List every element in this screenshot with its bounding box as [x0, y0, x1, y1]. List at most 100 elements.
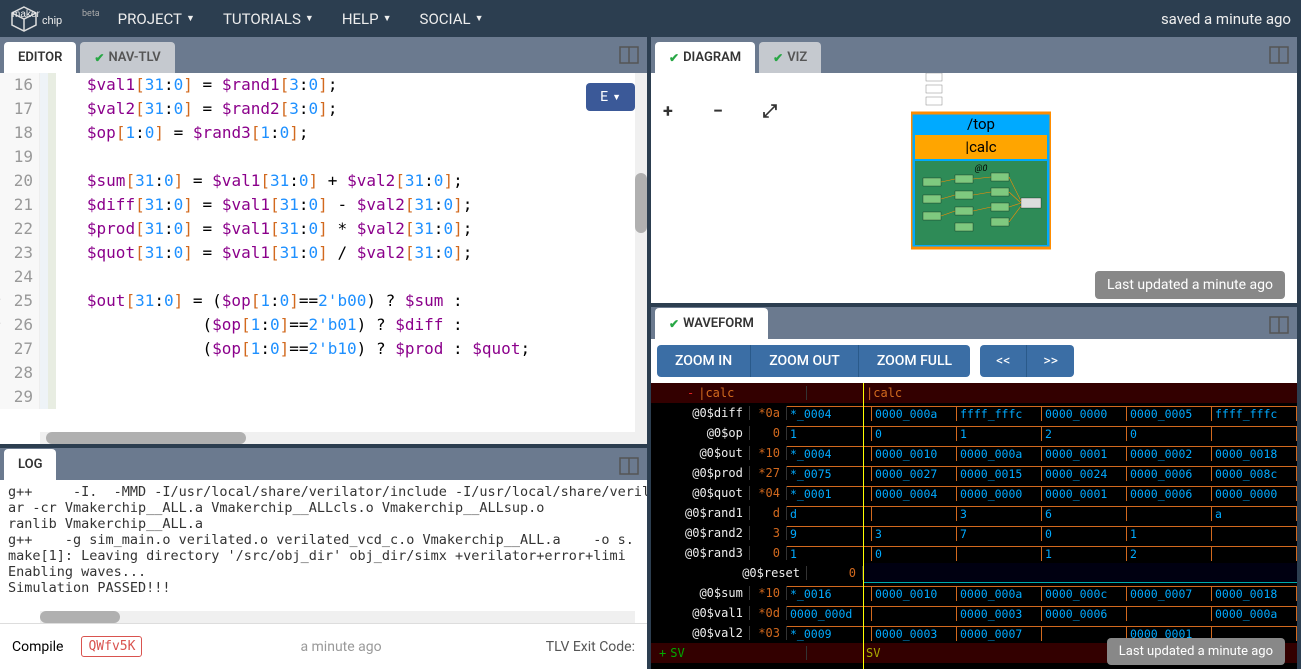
split-pane-icon[interactable]	[1269, 45, 1289, 65]
code-line[interactable]: $prod[31:0] = $val1[31:0] * $val2[31:0];	[56, 217, 647, 241]
line-number: 28	[0, 361, 33, 385]
log-scrollbar-h[interactable]	[40, 611, 635, 623]
code-line[interactable]	[56, 361, 647, 385]
log-output[interactable]: g++ -I. -MMD -I/usr/local/share/verilato…	[0, 480, 647, 623]
line-number: 23	[0, 241, 33, 265]
split-pane-icon[interactable]	[619, 456, 639, 476]
line-number: 24	[0, 265, 33, 289]
code-line[interactable]: $sum[31:0] = $val1[31:0] + $val2[31:0];	[56, 169, 647, 193]
waveform-signal-row[interactable]: @0$op010120	[651, 423, 1297, 443]
seek-back-button[interactable]: <<	[980, 345, 1027, 377]
split-pane-icon[interactable]	[619, 45, 639, 65]
waveform-signal-row[interactable]: @0$prod*27*_00750000_00270000_00150000_0…	[651, 463, 1297, 483]
diagram-timestamp: Last updated a minute ago	[1095, 271, 1285, 299]
waveform-signal-row[interactable]: @0$diff*0a*_00040000_000affff_fffc0000_0…	[651, 403, 1297, 423]
log-timestamp: a minute ago	[300, 639, 381, 655]
code-line[interactable]: ($op[1:0]==2'b01) ? $diff :	[56, 313, 647, 337]
chevron-down-icon: ▼	[383, 13, 392, 24]
zoom-in-icon[interactable]: +	[663, 101, 673, 122]
zoom-out-icon[interactable]: −	[713, 101, 723, 122]
code-line[interactable]: $quot[31:0] = $val1[31:0] / $val2[31:0];	[56, 241, 647, 265]
code-line[interactable]	[56, 385, 647, 409]
editor-tabs: EDITOR ✔NAV-TLV	[0, 37, 647, 73]
waveform-signal-row[interactable]: @0$val1*0d0000_000d0000_00030000_0006000…	[651, 603, 1297, 623]
zoom-full-button[interactable]: ZOOM FULL	[859, 345, 970, 377]
fullscreen-icon[interactable]: ⤢	[763, 101, 777, 122]
editor-scrollbar-h[interactable]	[40, 432, 635, 444]
line-number: 16	[0, 73, 33, 97]
split-pane-icon[interactable]	[1269, 315, 1289, 335]
tlv-exit-label: TLV Exit Code:	[546, 639, 635, 655]
chevron-down-icon: ▼	[475, 13, 484, 24]
code-line[interactable]: $diff[31:0] = $val1[31:0] - $val2[31:0];	[56, 193, 647, 217]
check-icon: ✔	[773, 51, 783, 65]
waveform-cursor[interactable]	[863, 383, 864, 669]
diagram-canvas[interactable]: + − ⤢ /top |calc @0	[651, 73, 1297, 303]
waveform-grid[interactable]: -|calc|calc@0$diff*0a*_00040000_000affff…	[651, 383, 1297, 669]
waveform-signal-row[interactable]: @0$out*10*_00040000_00100000_000a0000_00…	[651, 443, 1297, 463]
svg-text:maker: maker	[12, 9, 40, 20]
menu-social[interactable]: SOCIAL▼	[420, 10, 484, 28]
svg-text:chip: chip	[42, 15, 62, 27]
saved-status: saved a minute ago	[1161, 10, 1291, 28]
line-number: 29	[0, 385, 33, 409]
e-dropdown-button[interactable]: E▼	[586, 83, 635, 111]
waveform-signal-row[interactable]: @0$rand301012	[651, 543, 1297, 563]
code-line[interactable]: $op[1:0] = $rand3[1:0];	[56, 121, 647, 145]
tab-viz[interactable]: ✔VIZ	[759, 42, 821, 73]
check-icon: ✔	[669, 51, 679, 65]
log-footer: Compile QWfv5K a minute ago TLV Exit Cod…	[0, 623, 647, 669]
menu-tutorials[interactable]: TUTORIALS▼	[223, 10, 314, 28]
code-line[interactable]: ($op[1:0]==2'b10) ? $prod : $quot;	[56, 337, 647, 361]
waveform-timestamp: Last updated a minute ago	[1107, 638, 1285, 665]
line-number: 19	[0, 145, 33, 169]
code-line[interactable]: $val2[31:0] = $rand2[3:0];	[56, 97, 647, 121]
waveform-signal-row[interactable]: @0$sum*10*_00160000_00100000_000a0000_00…	[651, 583, 1297, 603]
editor-scrollbar-v[interactable]	[635, 73, 647, 444]
line-number: 25▾	[0, 289, 33, 313]
beta-label: beta	[82, 9, 100, 19]
tab-waveform[interactable]: ✔WAVEFORM	[655, 308, 768, 339]
menu-help[interactable]: HELP▼	[342, 10, 392, 28]
seek-forward-button[interactable]: >>	[1027, 345, 1074, 377]
tab-log[interactable]: LOG	[4, 449, 56, 480]
line-number: 26▾	[0, 313, 33, 337]
chevron-down-icon: ▼	[305, 13, 314, 24]
compile-id-badge[interactable]: QWfv5K	[81, 636, 142, 657]
line-number: 18	[0, 121, 33, 145]
log-panel: LOG g++ -I. -MMD -I/usr/local/share/veri…	[0, 444, 647, 669]
check-icon: ✔	[94, 51, 104, 65]
line-number: 21	[0, 193, 33, 217]
chevron-down-icon: ▼	[186, 13, 195, 24]
chevron-down-icon: ▼	[612, 92, 621, 103]
code-line[interactable]	[56, 145, 647, 169]
code-line[interactable]	[56, 265, 647, 289]
waveform-controls: ZOOM IN ZOOM OUT ZOOM FULL << >>	[651, 339, 1297, 383]
zoom-out-button[interactable]: ZOOM OUT	[751, 345, 859, 377]
makerchip-logo-icon: maker chip	[10, 5, 80, 33]
zoom-in-button[interactable]: ZOOM IN	[657, 345, 751, 377]
check-icon: ✔	[669, 317, 679, 331]
code-editor[interactable]: 16171819202122232425▾26▾272829 $val1[31:…	[0, 73, 647, 444]
tab-navtlv[interactable]: ✔NAV-TLV	[80, 42, 174, 73]
top-bar: maker chip beta PROJECT▼ TUTORIALS▼ HELP…	[0, 0, 1301, 37]
diagram-tabs: ✔DIAGRAM ✔VIZ	[651, 37, 1297, 73]
main-menu: PROJECT▼ TUTORIALS▼ HELP▼ SOCIAL▼	[118, 10, 484, 28]
menu-project[interactable]: PROJECT▼	[118, 10, 195, 28]
line-number: 20	[0, 169, 33, 193]
code-line[interactable]: $out[31:0] = ($op[1:0]==2'b00) ? $sum :	[56, 289, 647, 313]
waveform-signal-row[interactable]: @0$rand2393701	[651, 523, 1297, 543]
waveform-signal-row[interactable]: @0$quot*04*_00010000_00040000_00000000_0…	[651, 483, 1297, 503]
line-number: 17	[0, 97, 33, 121]
line-number: 27	[0, 337, 33, 361]
svg-text:|calc: |calc	[965, 138, 996, 156]
logo[interactable]: maker chip beta	[10, 5, 100, 33]
tab-diagram[interactable]: ✔DIAGRAM	[655, 42, 755, 73]
tab-editor[interactable]: EDITOR	[4, 42, 76, 73]
svg-text:/top: /top	[967, 115, 995, 133]
compile-label: Compile	[12, 639, 63, 655]
code-line[interactable]: $val1[31:0] = $rand1[3:0];	[56, 73, 647, 97]
waveform-signal-row[interactable]: @0$reset0	[651, 563, 1297, 583]
waveform-signal-row[interactable]: @0$rand1dd36a	[651, 503, 1297, 523]
waveform-header-row[interactable]: -|calc|calc	[651, 383, 1297, 403]
